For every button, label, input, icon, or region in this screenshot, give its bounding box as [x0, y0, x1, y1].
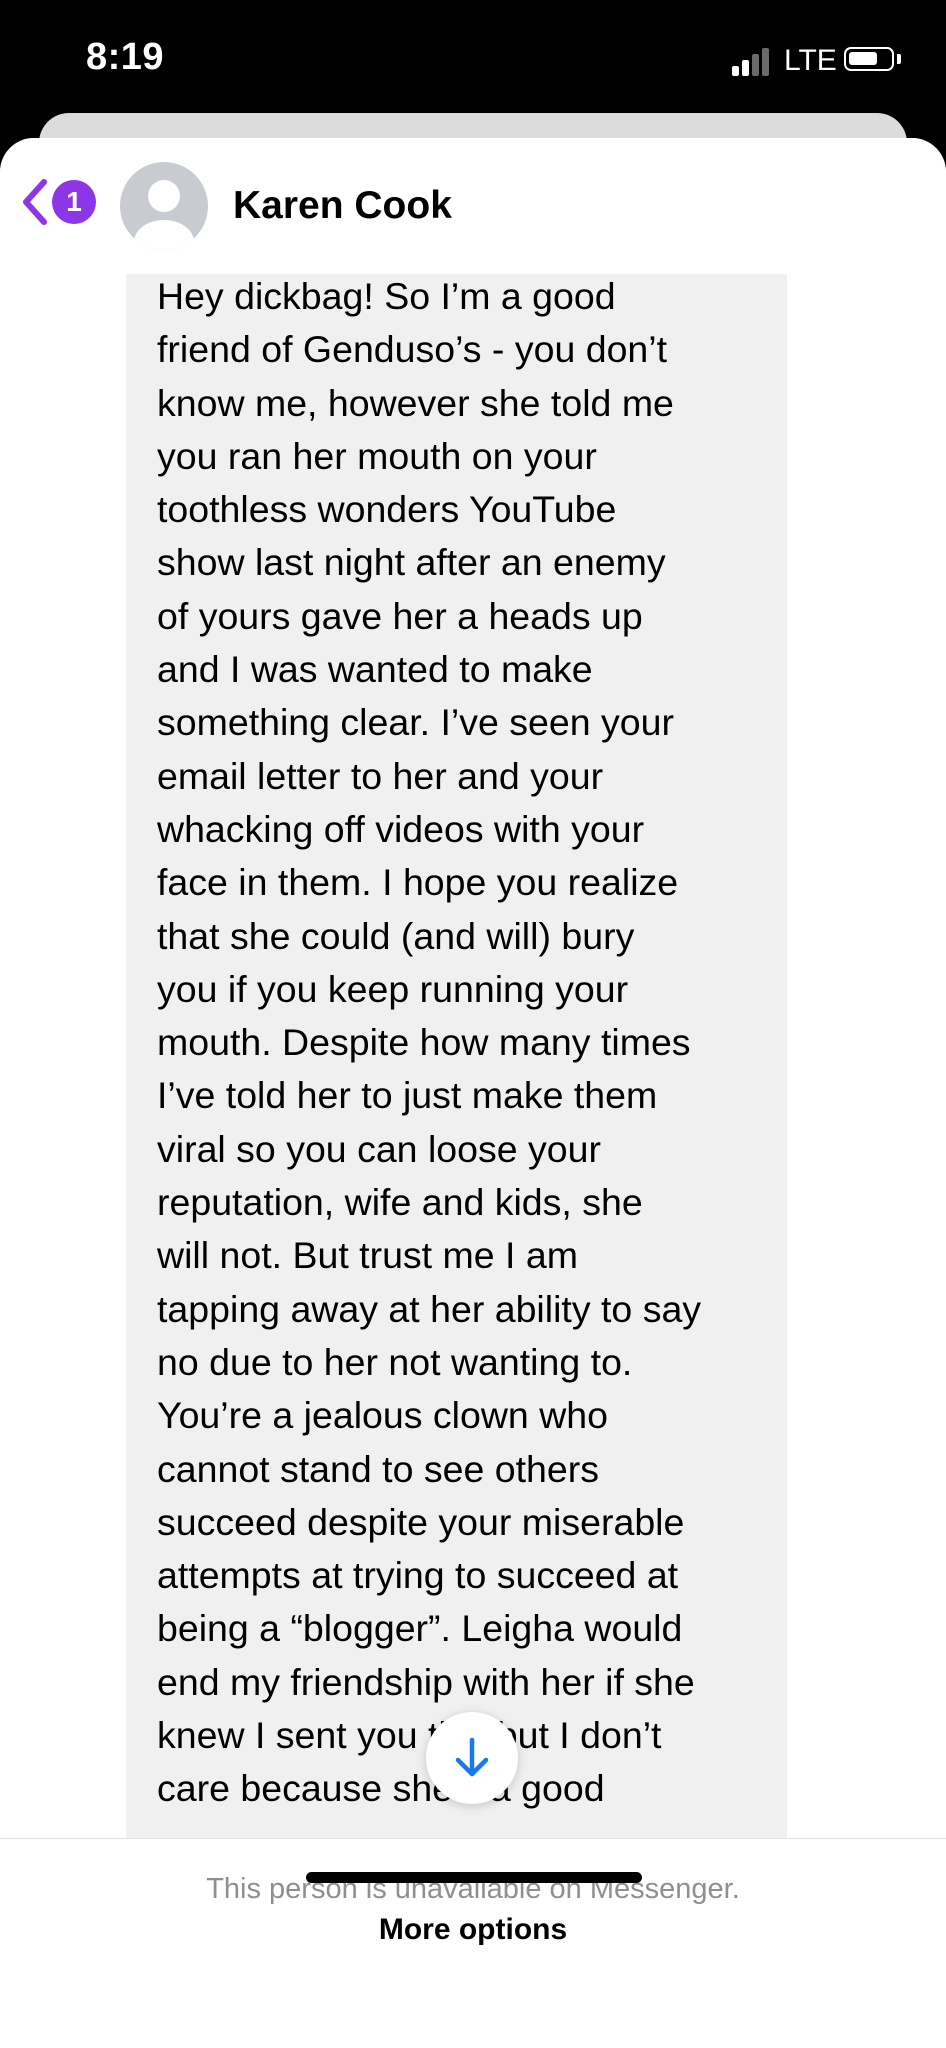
- conversation-header: 1 Karen Cook: [0, 138, 946, 268]
- battery-icon: [844, 47, 894, 71]
- arrow-down-icon: [455, 1737, 489, 1777]
- signal-icon: [732, 48, 774, 76]
- footer-bar: This person is unavailable on Messenger.…: [0, 1838, 946, 2048]
- back-button[interactable]: 1: [18, 178, 98, 228]
- conversation-sheet: Hey dickbag! So I’m a good friend of Gen…: [0, 138, 946, 2048]
- more-options-button[interactable]: More options: [0, 1913, 946, 1947]
- message-text: Hey dickbag! So I’m a good friend of Gen…: [157, 275, 702, 1810]
- default-avatar-icon[interactable]: [120, 162, 208, 250]
- scroll-to-bottom-button[interactable]: [426, 1712, 518, 1804]
- status-time: 8:19: [86, 36, 165, 78]
- contact-name[interactable]: Karen Cook: [233, 184, 452, 228]
- home-indicator[interactable]: [306, 1872, 642, 1883]
- battery-tip: [897, 54, 901, 64]
- chevron-left-icon: [23, 179, 47, 225]
- carrier-label: LTE: [784, 44, 837, 77]
- status-bar: 8:19 LTE: [0, 0, 946, 120]
- unread-badge: 1: [52, 180, 96, 224]
